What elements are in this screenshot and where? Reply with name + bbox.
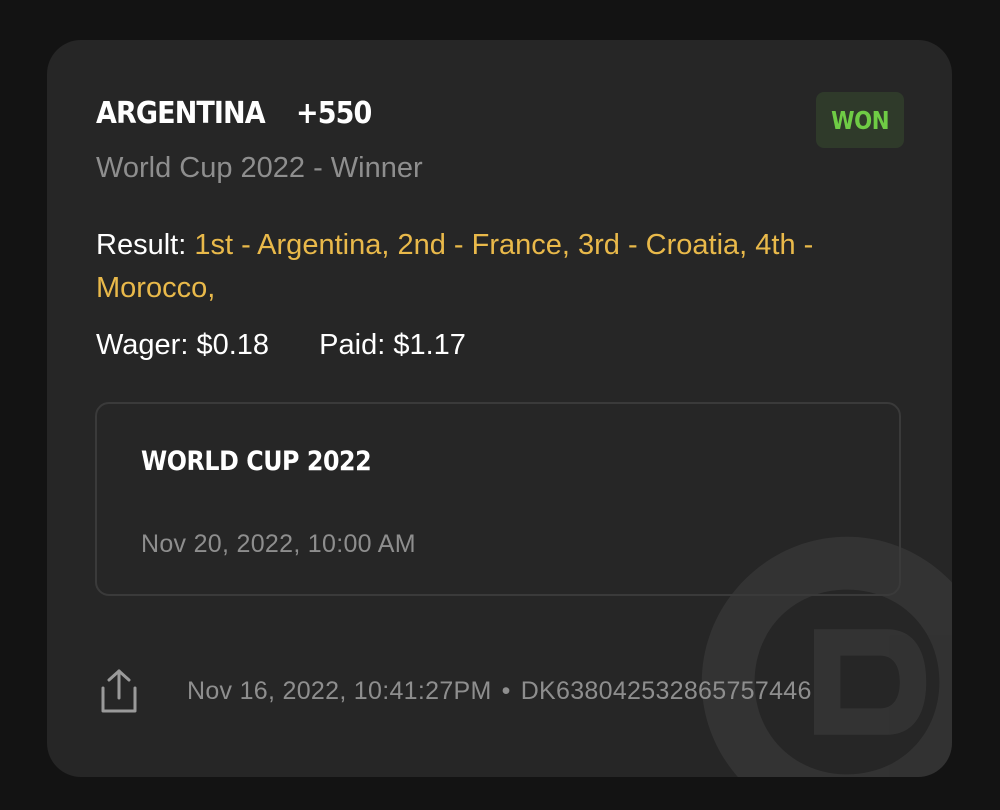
bet-header: ARGENTINA +550 [96, 96, 379, 131]
wager-value: $0.18 [196, 329, 270, 361]
event-card[interactable]: WORLD CUP 2022 Nov 20, 2022, 10:00 AM [95, 402, 901, 596]
bet-id: DK638042532865757446 [520, 676, 812, 705]
share-icon[interactable] [99, 668, 139, 714]
paid-label: Paid: [319, 329, 386, 361]
status-badge: WON [816, 92, 904, 148]
wager-label: Wager: [96, 329, 189, 361]
event-card-title: WORLD CUP 2022 [141, 446, 372, 477]
bet-market: World Cup 2022 - Winner [96, 152, 423, 184]
bet-selection: ARGENTINA [96, 96, 266, 131]
bet-odds: +550 [295, 96, 372, 131]
result-value: 1st - Argentina, 2nd - France, 3rd - Cro… [96, 229, 814, 304]
bet-meta: Nov 16, 2022, 10:41:27PM • DK6380425328657… [187, 677, 812, 706]
bet-amounts: Wager: $0.18 Paid: $1.17 [96, 329, 466, 362]
bet-result: Result: 1st - Argentina, 2nd - France, 3… [96, 224, 916, 310]
paid-value: $1.17 [393, 329, 466, 361]
status-badge-label: WON [830, 105, 890, 135]
bet-footer: Nov 16, 2022, 10:41:27PM • DK6380425328657… [99, 668, 812, 714]
meta-separator: • [501, 676, 511, 705]
event-card-date: Nov 20, 2022, 10:00 AM [141, 530, 416, 558]
result-label: Result: [96, 229, 187, 261]
placed-timestamp: Nov 16, 2022, 10:41:27PM [187, 676, 492, 705]
bet-card: ARGENTINA +550 WON World Cup 2022 - Winn… [47, 40, 952, 777]
